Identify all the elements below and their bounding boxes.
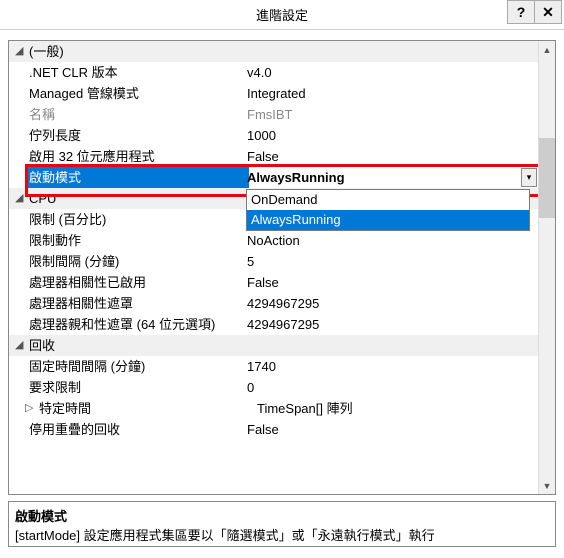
prop-row[interactable]: 限制間隔 (分鐘)5 [9,251,538,272]
scrollbar[interactable]: ▲ ▼ [538,41,555,494]
startmode-dropdown[interactable]: OnDemand AlwaysRunning [246,189,530,231]
prop-row[interactable]: 啟用 32 位元應用程式False [9,146,538,167]
dialog-title: 進階設定 [0,5,564,24]
dropdown-option[interactable]: OnDemand [247,190,529,210]
category-recycle[interactable]: ◢ 回收 [9,335,538,356]
titlebar: 進階設定 ? ✕ [0,0,564,30]
collapse-icon[interactable]: ◢ [15,335,29,356]
prop-row[interactable]: 處理器相關性已啟用False [9,272,538,293]
chevron-down-icon: ▾ [527,167,532,188]
prop-row[interactable]: 限制動作NoAction [9,230,538,251]
property-grid: ◢ (一般) .NET CLR 版本v4.0 Managed 管線模式Integ… [8,40,556,495]
prop-row[interactable]: 固定時間間隔 (分鐘)1740 [9,356,538,377]
prop-row[interactable]: 處理器相關性遮罩4294967295 [9,293,538,314]
expand-icon[interactable]: ▷ [25,398,39,419]
dropdown-toggle[interactable]: ▾ [521,168,537,187]
description-title: 啟動模式 [15,506,549,525]
prop-row[interactable]: ▷ 特定時間 TimeSpan[] 陣列 [9,398,538,419]
dropdown-option-selected[interactable]: AlwaysRunning [247,210,529,230]
close-button[interactable]: ✕ [534,0,562,24]
collapse-icon[interactable]: ◢ [15,41,29,62]
prop-row[interactable]: .NET CLR 版本v4.0 [9,62,538,83]
scroll-down-icon[interactable]: ▼ [539,477,555,494]
collapse-icon[interactable]: ◢ [15,188,29,209]
prop-row[interactable]: 佇列長度1000 [9,125,538,146]
prop-row-startmode[interactable]: 啟動模式 AlwaysRunning ▾ [9,167,538,188]
prop-row[interactable]: 要求限制0 [9,377,538,398]
description-text: [startMode] 設定應用程式集區要以「隨選模式」或「永遠執行模式」執行 [15,525,549,544]
prop-row[interactable]: 停用重疊的回收False [9,419,538,440]
scroll-up-icon[interactable]: ▲ [539,41,555,58]
prop-row[interactable]: Managed 管線模式Integrated [9,83,538,104]
scroll-thumb[interactable] [539,138,555,218]
prop-row[interactable]: 名稱FmsIBT [9,104,538,125]
category-general[interactable]: ◢ (一般) [9,41,538,62]
prop-row[interactable]: 處理器親和性遮罩 (64 位元選項)4294967295 [9,314,538,335]
description-pane: 啟動模式 [startMode] 設定應用程式集區要以「隨選模式」或「永遠執行模… [8,501,556,547]
help-button[interactable]: ? [507,0,535,24]
